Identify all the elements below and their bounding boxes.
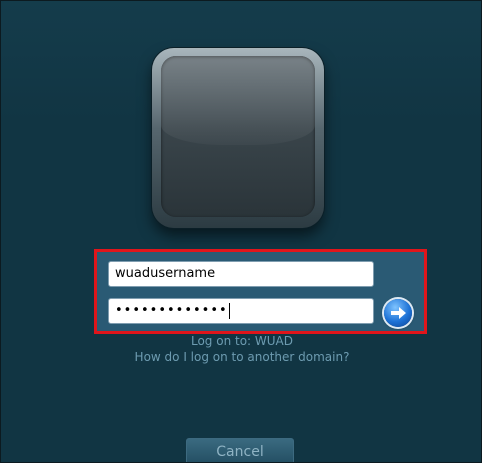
another-domain-link[interactable]: How do I log on to another domain? [1, 350, 481, 364]
text-caret [228, 302, 230, 319]
logon-screen: wuadusername ••••••••••••• Log on to: WU… [0, 0, 482, 463]
cancel-button[interactable]: Cancel [186, 438, 294, 462]
arrow-right-icon [391, 307, 406, 319]
submit-arrow-button[interactable] [384, 299, 412, 327]
password-field[interactable]: ••••••••••••• [108, 298, 374, 324]
user-picture-tile [152, 48, 324, 228]
username-field[interactable]: wuadusername [108, 261, 374, 287]
tile-gloss [161, 56, 315, 145]
username-value: wuadusername [115, 266, 216, 281]
user-picture-frame [161, 56, 315, 217]
credentials-panel-highlight: wuadusername ••••••••••••• [94, 249, 427, 334]
password-value: ••••••••••••• [115, 303, 228, 318]
logon-to-text: Log on to: WUAD [190, 334, 293, 348]
